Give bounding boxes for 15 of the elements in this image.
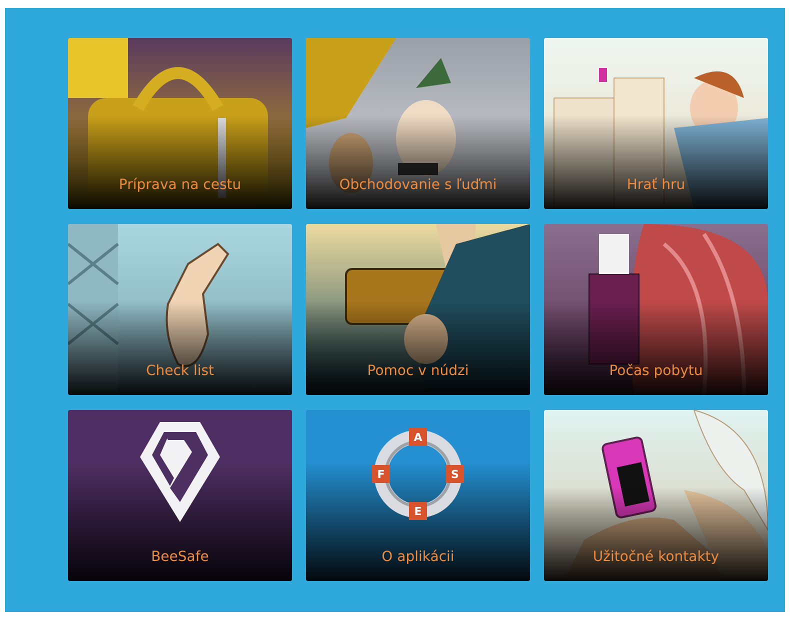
buoy-letter: A [414, 431, 422, 444]
tile-link[interactable]: Príprava na cestu [118, 177, 242, 193]
buoy-letter: F [377, 468, 385, 481]
tile-link[interactable]: BeeSafe [151, 549, 209, 565]
tile-link[interactable]: Hrať hru [626, 177, 686, 193]
tile-link[interactable]: Check list [146, 363, 214, 379]
tile-link[interactable]: Obchodovanie s ľuďmi [339, 177, 497, 193]
tile-link[interactable]: Počas pobytu [609, 363, 703, 379]
tile-link[interactable]: Užitočné kontakty [592, 549, 720, 565]
buoy-letter: S [451, 468, 459, 481]
tile-link[interactable]: O aplikácii [382, 549, 454, 565]
diamond-logo-icon [140, 422, 220, 522]
lifebuoy-icon [372, 428, 464, 520]
tile-link[interactable]: Pomoc v núdzi [367, 363, 469, 379]
buoy-letter: E [414, 505, 422, 518]
